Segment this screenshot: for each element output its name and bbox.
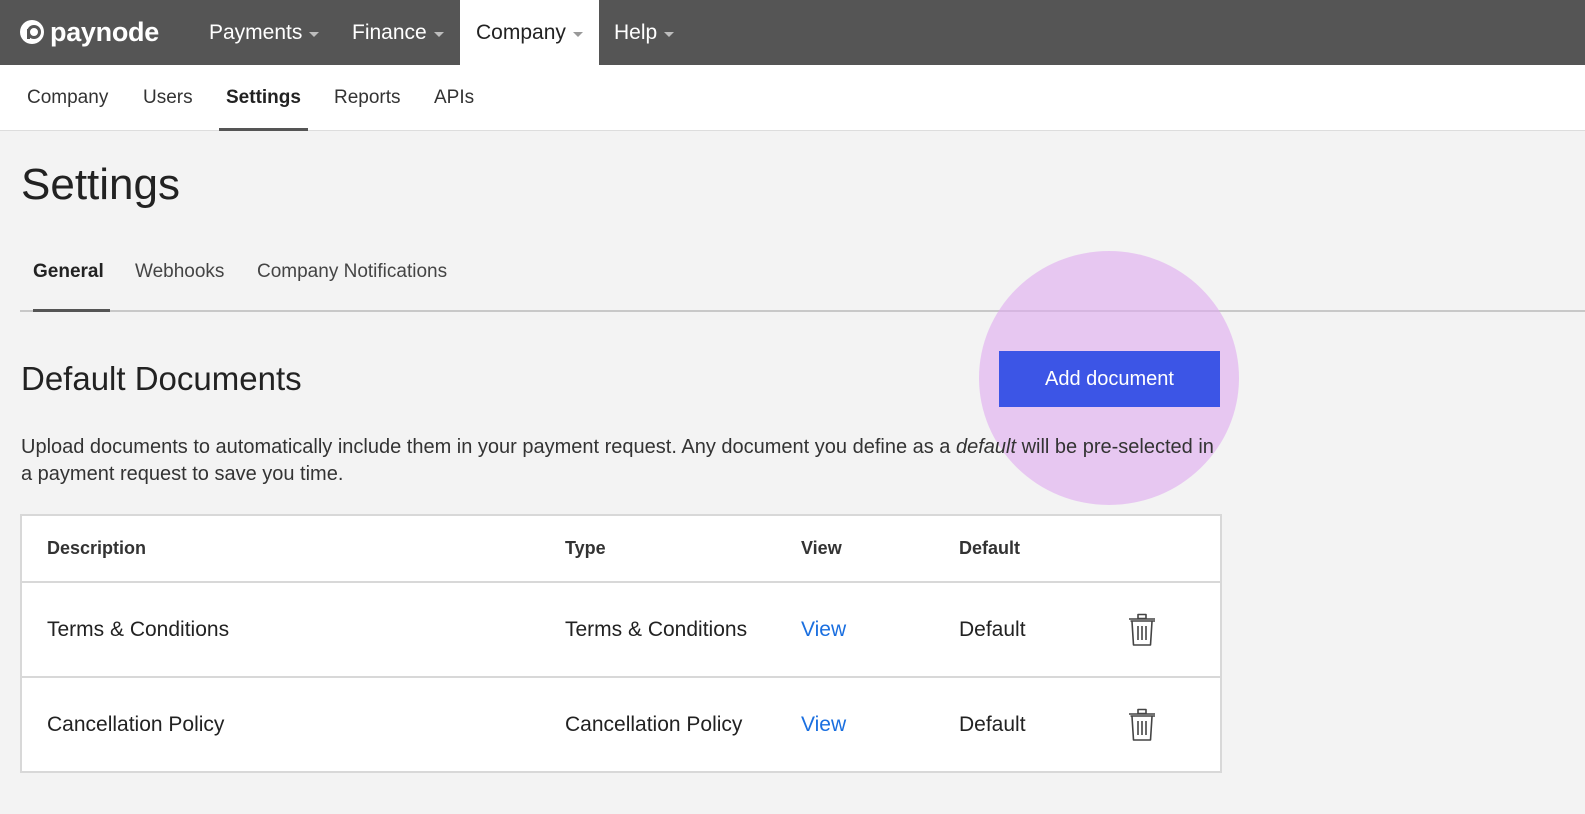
chevron-down-icon [433, 31, 444, 37]
settings-tabs: General Webhooks Company Notifications [20, 245, 1585, 312]
tab-company-notifications[interactable]: Company Notifications [257, 245, 447, 312]
topnav-company[interactable]: Company [460, 0, 599, 65]
row-default: Default [959, 617, 1026, 641]
chevron-down-icon [572, 31, 583, 37]
table-row: Cancellation Policy Cancellation Policy … [22, 676, 1220, 771]
sub-navbar: Company Users Settings Reports APIs [0, 65, 1585, 131]
topnav-help-label: Help [614, 20, 658, 44]
topnav-payments-label: Payments [209, 20, 303, 44]
row-description: Terms & Conditions [47, 617, 230, 641]
page-title: Settings [21, 160, 180, 209]
brand-name: paynode [50, 16, 159, 47]
trash-icon [1129, 708, 1155, 741]
subnav-settings[interactable]: Settings [219, 65, 308, 131]
header-type: Type [565, 538, 606, 558]
view-link[interactable]: View [801, 583, 846, 676]
header-description: Description [47, 538, 147, 558]
chevron-down-icon [309, 31, 320, 37]
section-title: Default Documents [21, 360, 302, 397]
table-row: Terms & Conditions Terms & Conditions Vi… [22, 581, 1220, 676]
description-text-start: Upload documents to automatically includ… [21, 436, 956, 458]
row-type: Cancellation Policy [565, 712, 743, 736]
subnav-reports[interactable]: Reports [327, 65, 408, 131]
topnav-payments[interactable]: Payments [193, 0, 335, 65]
row-default: Default [959, 712, 1026, 736]
subnav-company[interactable]: Company [20, 65, 115, 131]
tab-general[interactable]: General [33, 245, 110, 312]
row-type: Terms & Conditions [565, 617, 748, 641]
chevron-down-icon [664, 31, 675, 37]
add-document-button[interactable]: Add document [999, 351, 1220, 407]
documents-table: Description Type View Default Terms & Co… [20, 514, 1222, 773]
topnav-finance-label: Finance [352, 20, 427, 44]
description-emphasis: default [955, 436, 1017, 458]
top-navbar: paynode Payments Finance Company Help [0, 0, 1585, 65]
logo-icon [20, 20, 44, 44]
subnav-users[interactable]: Users [136, 65, 200, 131]
section-description: Upload documents to automatically includ… [21, 434, 1221, 488]
table-header: Description Type View Default [22, 516, 1220, 581]
delete-button[interactable] [1126, 678, 1158, 771]
topnav-help[interactable]: Help [598, 0, 690, 65]
header-default: Default [959, 538, 1021, 558]
tab-webhooks[interactable]: Webhooks [135, 245, 224, 312]
subnav-apis[interactable]: APIs [427, 65, 481, 131]
topnav-finance[interactable]: Finance [336, 0, 460, 65]
brand-logo[interactable]: paynode [20, 14, 159, 50]
delete-button[interactable] [1126, 583, 1158, 676]
trash-icon [1129, 613, 1155, 646]
row-description: Cancellation Policy [47, 712, 225, 736]
topnav-company-label: Company [476, 20, 566, 44]
view-link[interactable]: View [801, 678, 846, 771]
header-view: View [801, 538, 842, 558]
